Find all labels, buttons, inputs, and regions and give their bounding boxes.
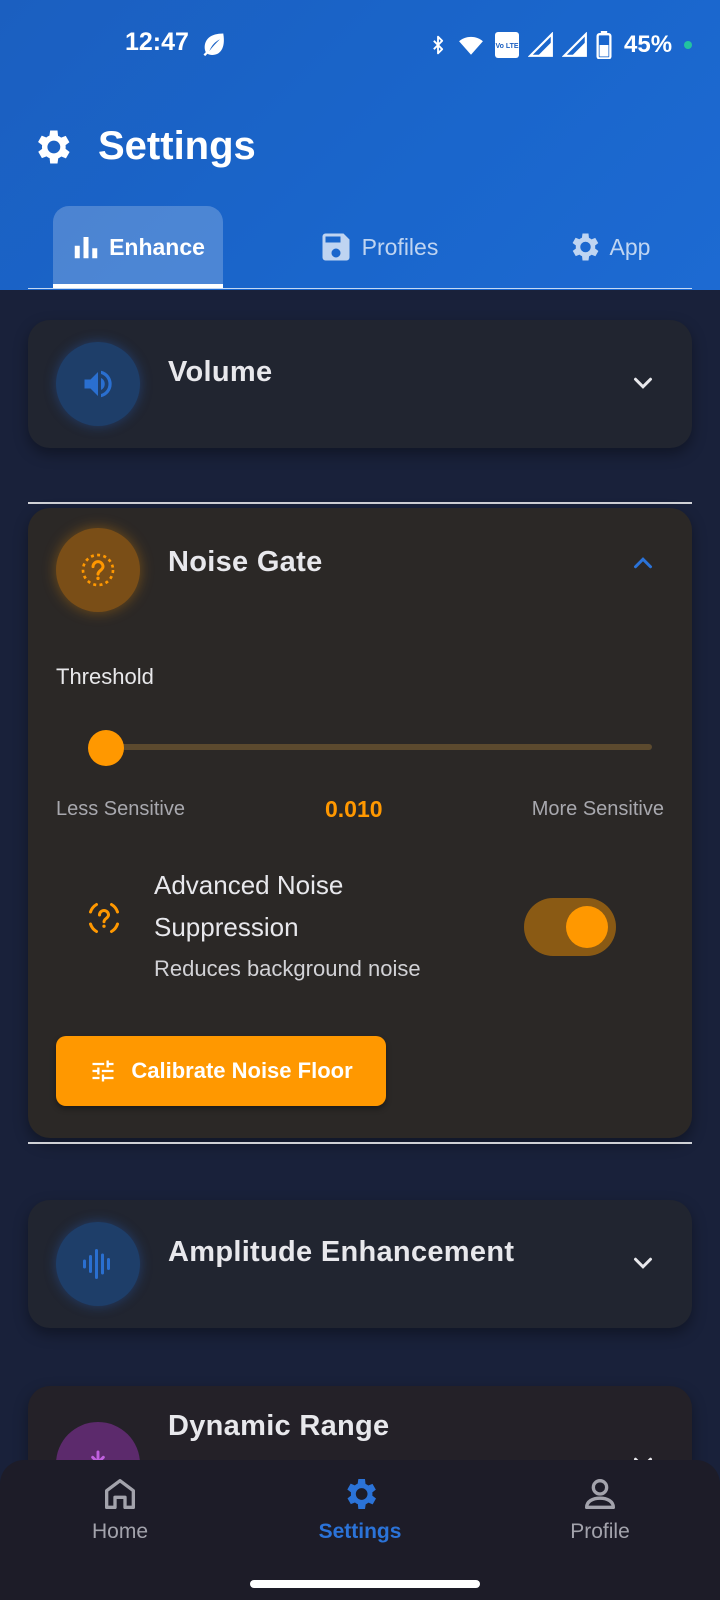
page-title: Settings [98,124,256,168]
advanced-noise-title: Advanced Noise Suppression [154,870,344,942]
gear-icon [38,130,70,163]
dynamic-range-title: Dynamic Range [168,1410,390,1442]
volume-title: Volume [168,356,273,388]
nav-home-label: Home [91,1520,149,1543]
wifi-icon [459,36,483,55]
tab-bar: Enhance Profiles App [28,206,692,290]
divider [28,1142,692,1144]
less-sensitive-label: Less Sensitive [56,798,185,820]
waveform-icon [83,1249,110,1279]
gear-icon [347,1479,376,1509]
status-dot [684,41,693,49]
nav-profile-label: Profile [570,1520,630,1543]
bluetooth-icon [433,35,444,55]
chevron-up-icon[interactable] [628,548,658,578]
volte-label: Vo LTE [495,43,518,50]
amplitude-badge [56,1222,140,1306]
nav-settings-label: Settings [318,1520,402,1543]
battery-percent: 45% [624,31,673,58]
threshold-slider-thumb[interactable] [88,730,124,766]
amplitude-title: Amplitude Enhancement [168,1236,515,1268]
more-sensitive-label: More Sensitive [531,798,664,820]
tab-profiles-label: Profiles [361,233,439,260]
status-bar: 12:47 Vo LTE 45% [0,0,720,90]
tab-app[interactable]: App [528,206,688,288]
volume-card[interactable]: Volume [28,320,692,448]
save-icon [322,233,350,261]
threshold-slider-track[interactable] [106,744,652,750]
tab-enhance[interactable]: Enhance [53,206,223,288]
nav-settings[interactable]: Settings [280,1474,440,1564]
nav-home[interactable]: Home [40,1474,200,1564]
signal-1-icon [528,32,553,57]
leaf-icon [203,33,224,57]
gear-icon [572,233,598,261]
toggle-knob [566,906,608,948]
amplitude-card[interactable]: Amplitude Enhancement [28,1200,692,1328]
home-icon [105,1479,135,1509]
battery-icon [596,31,612,59]
divider [28,502,692,504]
signal-2-icon [562,32,587,57]
tune-icon [92,1060,114,1082]
threshold-value: 0.010 [325,796,383,822]
noise-gate-badge [56,528,140,612]
noise-suppression-icon [89,903,119,933]
calibrate-noise-floor-button[interactable]: Calibrate Noise Floor [56,1036,386,1106]
nav-profile[interactable]: Profile [520,1474,680,1564]
person-icon [585,1479,615,1509]
tab-enhance-label: Enhance [109,233,205,260]
advanced-noise-toggle[interactable] [524,898,616,956]
tab-profiles[interactable]: Profiles [298,206,458,288]
status-time: 12:47 [125,28,189,56]
volte-icon: Vo LTE [495,32,519,58]
noise-gate-card: Noise Gate Threshold Less Sensitive 0.01… [28,508,692,1138]
chevron-down-icon[interactable] [628,1248,658,1278]
chevron-down-icon[interactable] [628,368,658,398]
noise-gate-title: Noise Gate [168,546,323,578]
home-indicator [250,1580,480,1588]
bar-chart-icon [74,237,98,259]
calibrate-label: Calibrate Noise Floor [131,1058,353,1083]
noise-gate-icon [81,553,115,587]
app-header: 12:47 Vo LTE 45% Settings Enhance Profil… [0,0,720,290]
speaker-icon [84,370,112,398]
tab-underline [28,288,692,289]
tab-app-label: App [609,233,651,260]
volume-badge [56,342,140,426]
bottom-navigation: Home Settings Profile [0,1460,720,1600]
advanced-noise-subtitle: Reduces background noise [154,956,421,981]
threshold-label: Threshold [56,664,154,689]
